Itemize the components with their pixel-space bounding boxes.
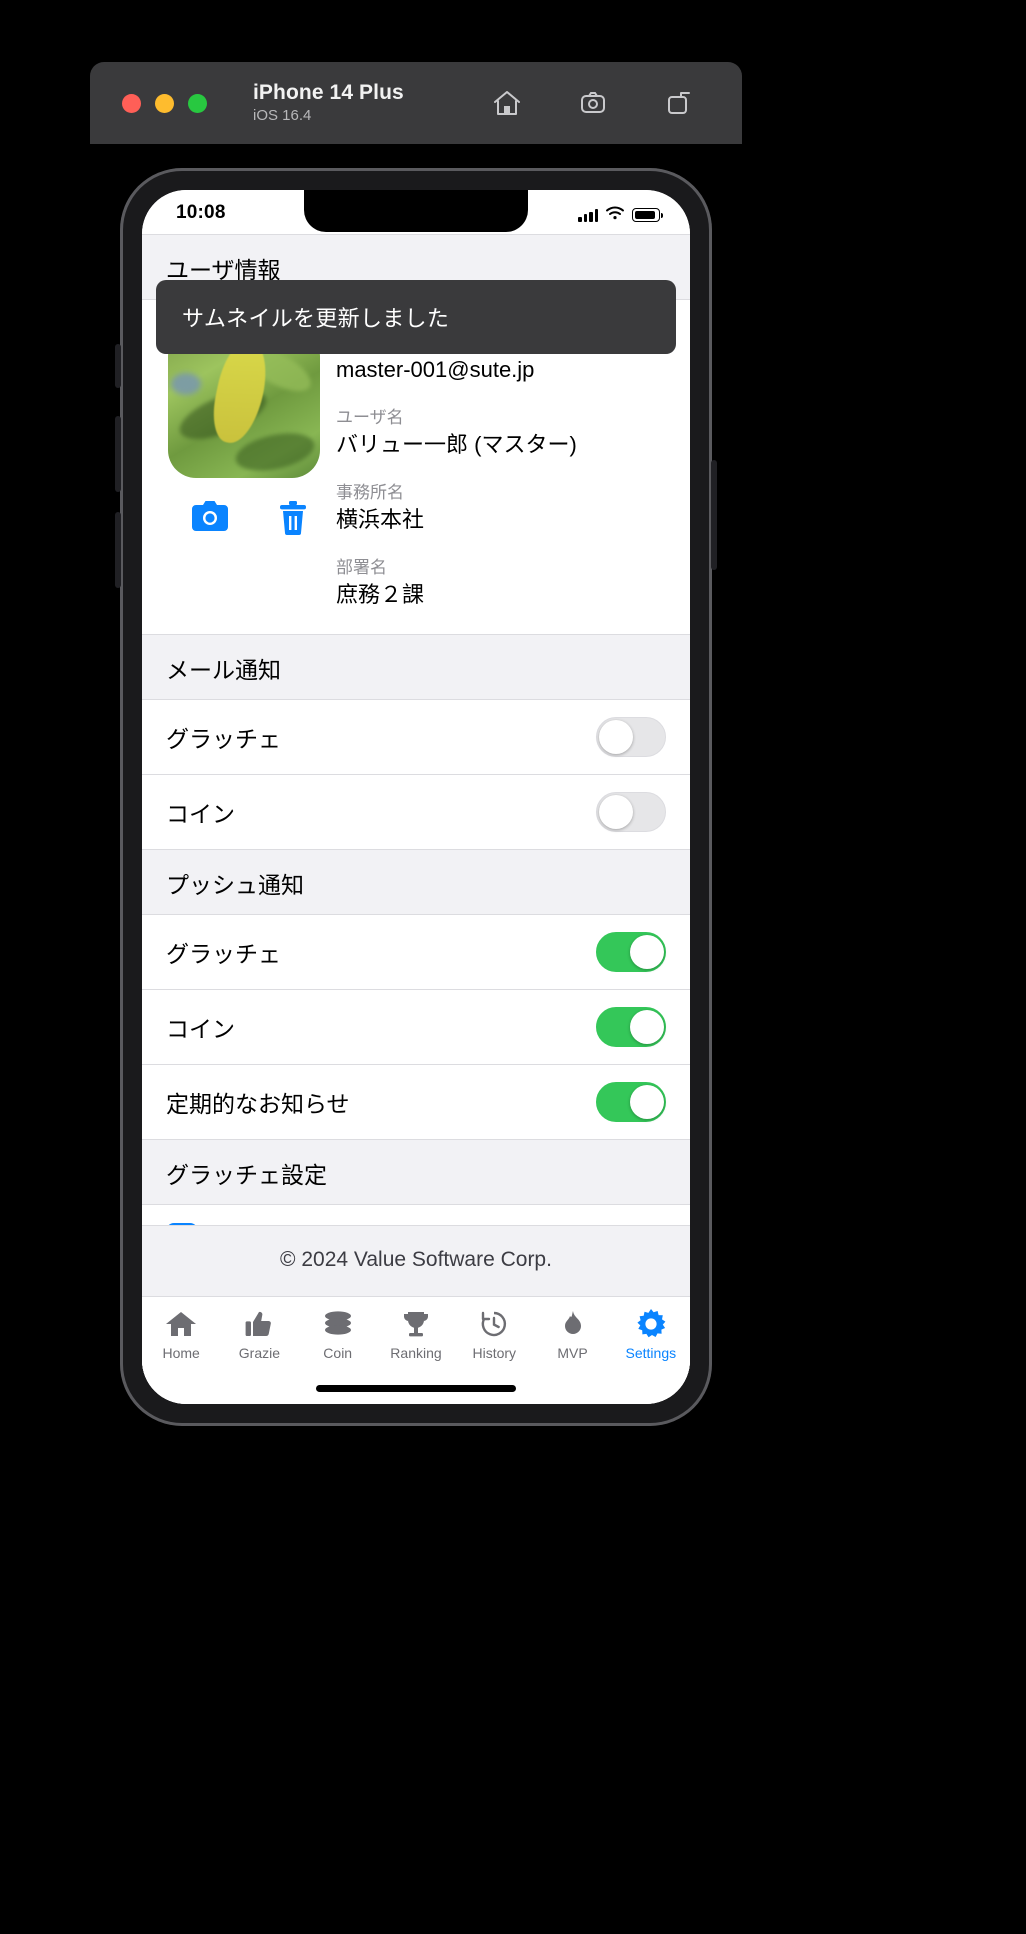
- notch: [304, 190, 528, 232]
- volume-down-button[interactable]: [115, 512, 121, 588]
- home-icon[interactable]: [490, 86, 524, 120]
- row-label: コイン: [166, 801, 235, 827]
- toggle-push-coin[interactable]: [596, 1007, 666, 1047]
- maximize-window-button[interactable]: [188, 93, 207, 113]
- home-indicator: [316, 1385, 516, 1392]
- tab-label: Home: [162, 1345, 200, 1361]
- os-version: iOS 16.4: [253, 107, 312, 124]
- tab-label: History: [472, 1345, 517, 1361]
- row-label: コイン: [166, 1016, 235, 1042]
- camera-icon[interactable]: [190, 500, 230, 541]
- avatar-detail: [171, 373, 202, 395]
- row-mail-grazie[interactable]: グラッチェ: [142, 700, 690, 775]
- tab-mvp[interactable]: MVP: [533, 1307, 611, 1361]
- section-header-push-notify: プッシュ通知: [142, 850, 690, 915]
- power-button[interactable]: [711, 460, 717, 570]
- field-value: 横浜本社: [336, 507, 425, 532]
- volume-up-button[interactable]: [115, 416, 121, 492]
- simulator-title-block: iPhone 14 Plus iOS 16.4: [253, 81, 404, 125]
- toggle-knob: [599, 720, 633, 754]
- field-value: バリュー一郎 (マスター): [336, 432, 577, 457]
- clock-history-icon: [480, 1307, 508, 1341]
- row-push-periodic[interactable]: 定期的なお知らせ: [142, 1065, 690, 1140]
- row-push-grazie[interactable]: グラッチェ: [142, 915, 690, 990]
- signal-icon: [578, 208, 598, 222]
- trash-icon[interactable]: [278, 500, 308, 541]
- phone-frame: 10:08 サムネイルを更新しました ユーザ情報 master-001@sute…: [115, 168, 717, 1426]
- toggle-push-grazie[interactable]: [596, 932, 666, 972]
- device-name: iPhone 14 Plus: [253, 81, 404, 104]
- silent-switch[interactable]: [115, 344, 121, 388]
- tab-settings[interactable]: Settings: [612, 1307, 690, 1361]
- phone-screen: 10:08 サムネイルを更新しました ユーザ情報 master-001@sute…: [142, 190, 690, 1404]
- tab-coin[interactable]: Coin: [299, 1307, 377, 1361]
- simulator-toolbar: [490, 86, 696, 120]
- toast-message: サムネイルを更新しました: [182, 306, 450, 331]
- section-header-mail-notify: メール通知: [142, 635, 690, 700]
- status-indicators: [578, 202, 664, 225]
- status-bar: 10:08: [142, 190, 690, 234]
- field-value: master-001@sute.jp: [336, 357, 535, 382]
- thumbs-up-icon: [244, 1307, 274, 1341]
- battery-icon: [632, 208, 664, 222]
- profile-fields: メールアドレス master-001@sute.jp ユーザ名 バリュー一郎 (…: [336, 328, 666, 610]
- simulator-titlebar: iPhone 14 Plus iOS 16.4: [90, 62, 742, 144]
- gear-icon: [636, 1307, 666, 1341]
- minimize-window-button[interactable]: [155, 93, 174, 113]
- row-label: グラッチェ: [166, 941, 281, 967]
- window-traffic-lights: [122, 93, 207, 113]
- house-icon: [165, 1307, 197, 1341]
- toggle-mail-grazie[interactable]: [596, 717, 666, 757]
- share-icon[interactable]: [662, 86, 696, 120]
- flame-icon: [561, 1307, 585, 1341]
- row-label: グラッチェ: [166, 726, 281, 752]
- toggle-knob: [630, 1010, 664, 1044]
- close-window-button[interactable]: [122, 93, 141, 113]
- toggle-knob: [599, 795, 633, 829]
- tab-label: Ranking: [390, 1345, 442, 1361]
- row-push-coin[interactable]: コイン: [142, 990, 690, 1065]
- profile-field-office: 事務所名 横浜本社: [336, 482, 666, 535]
- tab-label: Grazie: [238, 1345, 281, 1361]
- avatar-column: [168, 328, 336, 610]
- screenshot-icon[interactable]: [576, 86, 610, 120]
- tab-history[interactable]: History: [455, 1307, 533, 1361]
- profile-field-department: 部署名 庶務２課: [336, 557, 666, 610]
- profile-field-username: ユーザ名 バリュー一郎 (マスター): [336, 407, 666, 460]
- section-header-grazie-settings: グラッチェ設定: [142, 1140, 690, 1205]
- field-label: 部署名: [336, 558, 387, 577]
- wifi-icon: [605, 205, 625, 225]
- avatar-actions: [168, 500, 336, 541]
- field-label: ユーザ名: [336, 408, 404, 427]
- toggle-knob: [630, 1085, 664, 1119]
- trophy-icon: [402, 1307, 430, 1341]
- toggle-mail-coin[interactable]: [596, 792, 666, 832]
- coins-icon: [321, 1307, 355, 1341]
- row-mail-coin[interactable]: コイン: [142, 775, 690, 850]
- app-footer: © 2024 Value Software Corp.: [142, 1225, 690, 1296]
- tab-label: Coin: [323, 1345, 353, 1361]
- app-content: サムネイルを更新しました ユーザ情報 master-001@sute.jp ユー…: [142, 234, 690, 1404]
- toggle-push-periodic[interactable]: [596, 1082, 666, 1122]
- row-label: 定期的なお知らせ: [166, 1091, 350, 1117]
- tab-ranking[interactable]: Ranking: [377, 1307, 455, 1361]
- toast-notification: サムネイルを更新しました: [156, 280, 676, 354]
- tab-label: MVP: [557, 1345, 588, 1361]
- tab-home[interactable]: Home: [142, 1307, 220, 1361]
- tab-label: Settings: [625, 1345, 677, 1361]
- field-value: 庶務２課: [336, 582, 425, 607]
- status-time: 10:08: [176, 202, 226, 223]
- tab-grazie[interactable]: Grazie: [220, 1307, 298, 1361]
- field-label: 事務所名: [336, 483, 404, 502]
- toggle-knob: [630, 935, 664, 969]
